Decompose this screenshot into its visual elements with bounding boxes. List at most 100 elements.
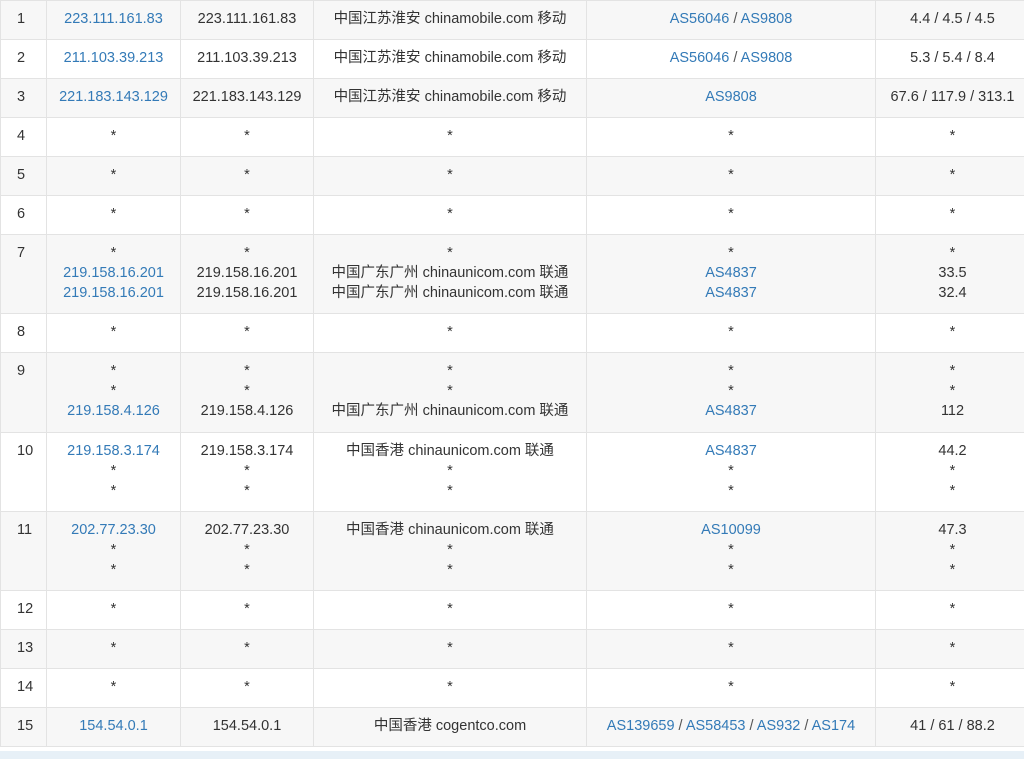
ip-link[interactable]: 219.158.3.174: [48, 434, 180, 462]
latency-value: 32.4: [938, 285, 967, 301]
hostname: 221.183.143.129: [192, 89, 302, 105]
no-reply-marker: *: [244, 483, 250, 499]
ip-link[interactable]: 154.54.0.1: [48, 709, 180, 746]
latency-cell: 41 / 61 / 88.2: [875, 707, 1024, 747]
no-reply-marker: *: [244, 542, 250, 558]
no-reply-marker: *: [949, 245, 956, 261]
ip-link[interactable]: 211.103.39.213: [48, 41, 180, 78]
no-reply-marker: *: [110, 167, 117, 183]
asn-line: *: [588, 354, 875, 382]
hop-number-cell: 11: [0, 511, 47, 591]
asn-link[interactable]: AS56046: [670, 50, 730, 66]
asn-link[interactable]: AS4837: [705, 443, 757, 459]
table-row: 13 * * * * *: [0, 629, 1024, 669]
location-text: 中国香港 chinaunicom.com 联通: [346, 443, 554, 459]
ip-link[interactable]: 219.158.4.126: [48, 401, 180, 431]
traceroute-rows: 1 223.111.161.83 223.111.161.83 中国江苏淮安 chin…: [0, 0, 1024, 747]
location-cell: *: [313, 590, 587, 630]
table-row: 12 * * * * *: [0, 590, 1024, 630]
hop-number: 1: [17, 11, 26, 27]
asn-link[interactable]: AS9808: [741, 50, 793, 66]
no-reply-marker: *: [447, 562, 453, 578]
ip-cell: *: [46, 313, 181, 353]
asn-link[interactable]: AS174: [812, 718, 856, 734]
location-cell: 中国江苏淮安 chinamobile.com 移动: [313, 0, 587, 40]
traceroute-table: 1 223.111.161.83 223.111.161.83 中国江苏淮安 chin…: [0, 0, 1024, 747]
no-reply-marker: *: [728, 363, 734, 379]
asn-line: *: [588, 197, 875, 234]
ip-link[interactable]: 219.158.16.201: [48, 283, 180, 313]
no-reply-marker: *: [447, 640, 453, 656]
hostname-cell: *: [180, 590, 314, 630]
ip-cell: *: [46, 117, 181, 157]
asn-link[interactable]: AS4837: [705, 403, 757, 419]
no-reply-marker: *: [949, 206, 956, 222]
asn-cell: AS56046 / AS9808: [586, 0, 876, 40]
asn-link[interactable]: AS56046: [670, 11, 730, 27]
asn-cell: *: [586, 313, 876, 353]
hop-number: 3: [17, 89, 26, 105]
location-cell: 中国香港 chinaunicom.com 联通 * *: [313, 511, 587, 591]
location-cell: *: [313, 668, 587, 708]
latency-value: 47.3: [938, 522, 967, 538]
hop-number-cell: 14: [0, 668, 47, 708]
table-row: 10 219.158.3.174 * * 219.158.3.174 * * 中国香港 chi…: [0, 432, 1024, 512]
latency-cell: * 33.5 32.4: [875, 234, 1024, 314]
asn-separator: /: [729, 11, 741, 27]
no-reply-marker: *: [949, 128, 956, 144]
no-reply-marker: *: [110, 245, 117, 261]
hop-number-cell: 5: [0, 156, 47, 196]
asn-link[interactable]: AS4837: [705, 285, 757, 301]
location-cell: *: [313, 629, 587, 669]
asn-link[interactable]: AS10099: [701, 522, 761, 538]
no-reply-marker: *: [447, 128, 453, 144]
asn-link[interactable]: AS139659: [607, 718, 675, 734]
no-reply-marker: *: [244, 562, 250, 578]
latency-cell: *: [875, 117, 1024, 157]
hostname-cell: * * 219.158.4.126: [180, 352, 314, 433]
asn-link[interactable]: AS9808: [705, 89, 757, 105]
latency-cell: 5.3 / 5.4 / 8.4: [875, 39, 1024, 79]
asn-line: AS4837: [588, 283, 875, 313]
asn-line: *: [588, 670, 875, 707]
no-reply-marker: *: [244, 324, 250, 340]
hop-number-cell: 6: [0, 195, 47, 235]
asn-link[interactable]: AS9808: [741, 11, 793, 27]
asn-separator: /: [674, 718, 686, 734]
latency-cell: *: [875, 629, 1024, 669]
asn-line: *: [588, 315, 875, 352]
no-reply-marker: *: [110, 679, 117, 695]
ip-cell: *: [46, 195, 181, 235]
table-row: 7 * 219.158.16.201 219.158.16.201 * 219.158.1…: [0, 234, 1024, 314]
ip-link[interactable]: 202.77.23.30: [48, 513, 180, 541]
no-reply-marker: *: [110, 601, 117, 617]
hop-number-cell: 15: [0, 707, 47, 747]
location-cell: *: [313, 117, 587, 157]
asn-link[interactable]: AS4837: [705, 265, 757, 281]
hostname: 154.54.0.1: [212, 718, 282, 734]
asn-cell: *: [586, 668, 876, 708]
asn-link[interactable]: AS58453: [686, 718, 746, 734]
no-reply-marker: *: [447, 483, 453, 499]
latency-cell: 67.6 / 117.9 / 313.1: [875, 78, 1024, 118]
latency-cell: *: [875, 195, 1024, 235]
hostname: 219.158.16.201: [196, 265, 298, 281]
asn-line: AS9808: [588, 80, 875, 117]
table-row: 3 221.183.143.129 221.183.143.129 中国江苏淮安 ch…: [0, 78, 1024, 118]
hop-number-cell: 7: [0, 234, 47, 314]
location-text: 中国广东广州 chinaunicom.com 联通: [331, 403, 569, 419]
no-reply-marker: *: [244, 245, 250, 261]
no-reply-marker: *: [110, 542, 117, 558]
ip-link[interactable]: 223.111.161.83: [48, 2, 180, 39]
no-reply-marker: *: [447, 206, 453, 222]
ip-link[interactable]: 221.183.143.129: [48, 80, 180, 117]
latency-cell: 47.3 * *: [875, 511, 1024, 591]
hop-number-cell: 2: [0, 39, 47, 79]
no-reply-marker: *: [244, 463, 250, 479]
asn-link[interactable]: AS932: [757, 718, 801, 734]
no-reply-marker: *: [244, 640, 250, 656]
hop-number: 4: [17, 128, 26, 144]
asn-line: *: [588, 540, 875, 560]
ip-link[interactable]: 219.158.16.201: [48, 263, 180, 283]
location-cell: 中国江苏淮安 chinamobile.com 移动: [313, 39, 587, 79]
